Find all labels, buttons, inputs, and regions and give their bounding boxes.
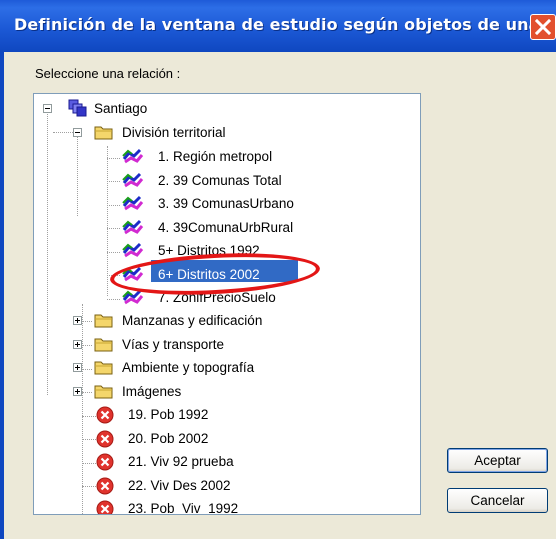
error-item-label: 23. Pob_Viv_1992	[128, 501, 239, 515]
error-item[interactable]: 22. Viv Des 2002	[96, 475, 416, 497]
expand-toggle[interactable]	[73, 339, 82, 349]
accept-button[interactable]: Aceptar	[447, 448, 548, 473]
layer-item[interactable]: 2. 39 Comunas Total	[122, 170, 420, 192]
layer-polygon-icon	[122, 172, 144, 187]
folder-item[interactable]: Vías y transporte	[34, 334, 420, 356]
folder-item[interactable]: Imágenes	[34, 381, 420, 403]
folder-item[interactable]: Manzanas y edificación	[34, 310, 420, 332]
collapse-toggle[interactable]	[43, 104, 52, 113]
error-icon	[96, 406, 114, 424]
expand-toggle[interactable]	[73, 386, 82, 396]
relation-tree[interactable]: Santiago División territorial 1. Región …	[33, 93, 421, 515]
tree-label: Santiago	[94, 101, 148, 116]
error-item-label: 19. Pob 1992	[128, 407, 209, 422]
folder-label: Imágenes	[122, 383, 182, 399]
error-item[interactable]: 20. Pob 2002	[96, 428, 416, 450]
close-button[interactable]	[530, 14, 556, 40]
layer-item[interactable]: 3. 39 ComunasUrbano	[122, 193, 420, 215]
folder-icon	[94, 314, 113, 328]
layers-icon	[68, 99, 87, 117]
tree-label: División territorial	[122, 125, 226, 140]
layer-polygon-icon	[122, 219, 144, 234]
collapse-toggle[interactable]	[73, 128, 82, 137]
expand-toggle[interactable]	[73, 363, 82, 372]
tree-node-division-territorial[interactable]: División territorial	[34, 122, 420, 144]
tree-node-santiago[interactable]: Santiago	[34, 98, 420, 120]
layer-label: 3. 39 ComunasUrbano	[158, 196, 294, 211]
error-icon	[96, 500, 114, 514]
layer-label: 1. Región metropol	[158, 149, 273, 164]
window-title: Definición de la ventana de estudio segú…	[14, 15, 556, 34]
select-relation-label: Seleccione una relación :	[35, 66, 181, 81]
layer-item[interactable]: 1. Región metropol	[122, 146, 420, 168]
error-item-label: 21. Viv 92 prueba	[128, 454, 234, 469]
folder-icon	[94, 361, 113, 375]
error-icon	[96, 453, 114, 471]
close-icon	[535, 19, 551, 35]
layer-label: 4. 39ComunaUrbRural	[158, 219, 294, 235]
folder-label: Manzanas y edificación	[122, 313, 263, 328]
error-icon	[96, 430, 114, 447]
title-bar[interactable]: Definición de la ventana de estudio segú…	[0, 0, 556, 52]
expand-toggle[interactable]	[73, 316, 82, 325]
layer-label: 2. 39 Comunas Total	[158, 172, 282, 188]
error-item-label: 20. Pob 2002	[128, 430, 209, 446]
error-item[interactable]: 19. Pob 1992	[96, 404, 416, 426]
error-item[interactable]: 23. Pob_Viv_1992	[96, 498, 416, 515]
error-icon	[96, 477, 114, 494]
folder-label: Vías y transporte	[122, 336, 225, 352]
folder-icon	[94, 385, 113, 398]
error-item[interactable]: 21. Viv 92 prueba	[96, 451, 416, 473]
error-item-label: 22. Viv Des 2002	[128, 477, 231, 493]
folder-item[interactable]: Ambiente y topografía	[34, 357, 420, 379]
layer-polygon-icon	[122, 195, 144, 211]
cancel-button[interactable]: Cancelar	[447, 488, 548, 513]
layer-polygon-icon	[122, 148, 144, 164]
folder-icon	[94, 126, 113, 140]
folder-label: Ambiente y topografía	[122, 360, 255, 375]
layer-polygon-icon	[122, 242, 144, 258]
folder-icon	[94, 338, 113, 351]
layer-item[interactable]: 4. 39ComunaUrbRural	[122, 217, 420, 239]
